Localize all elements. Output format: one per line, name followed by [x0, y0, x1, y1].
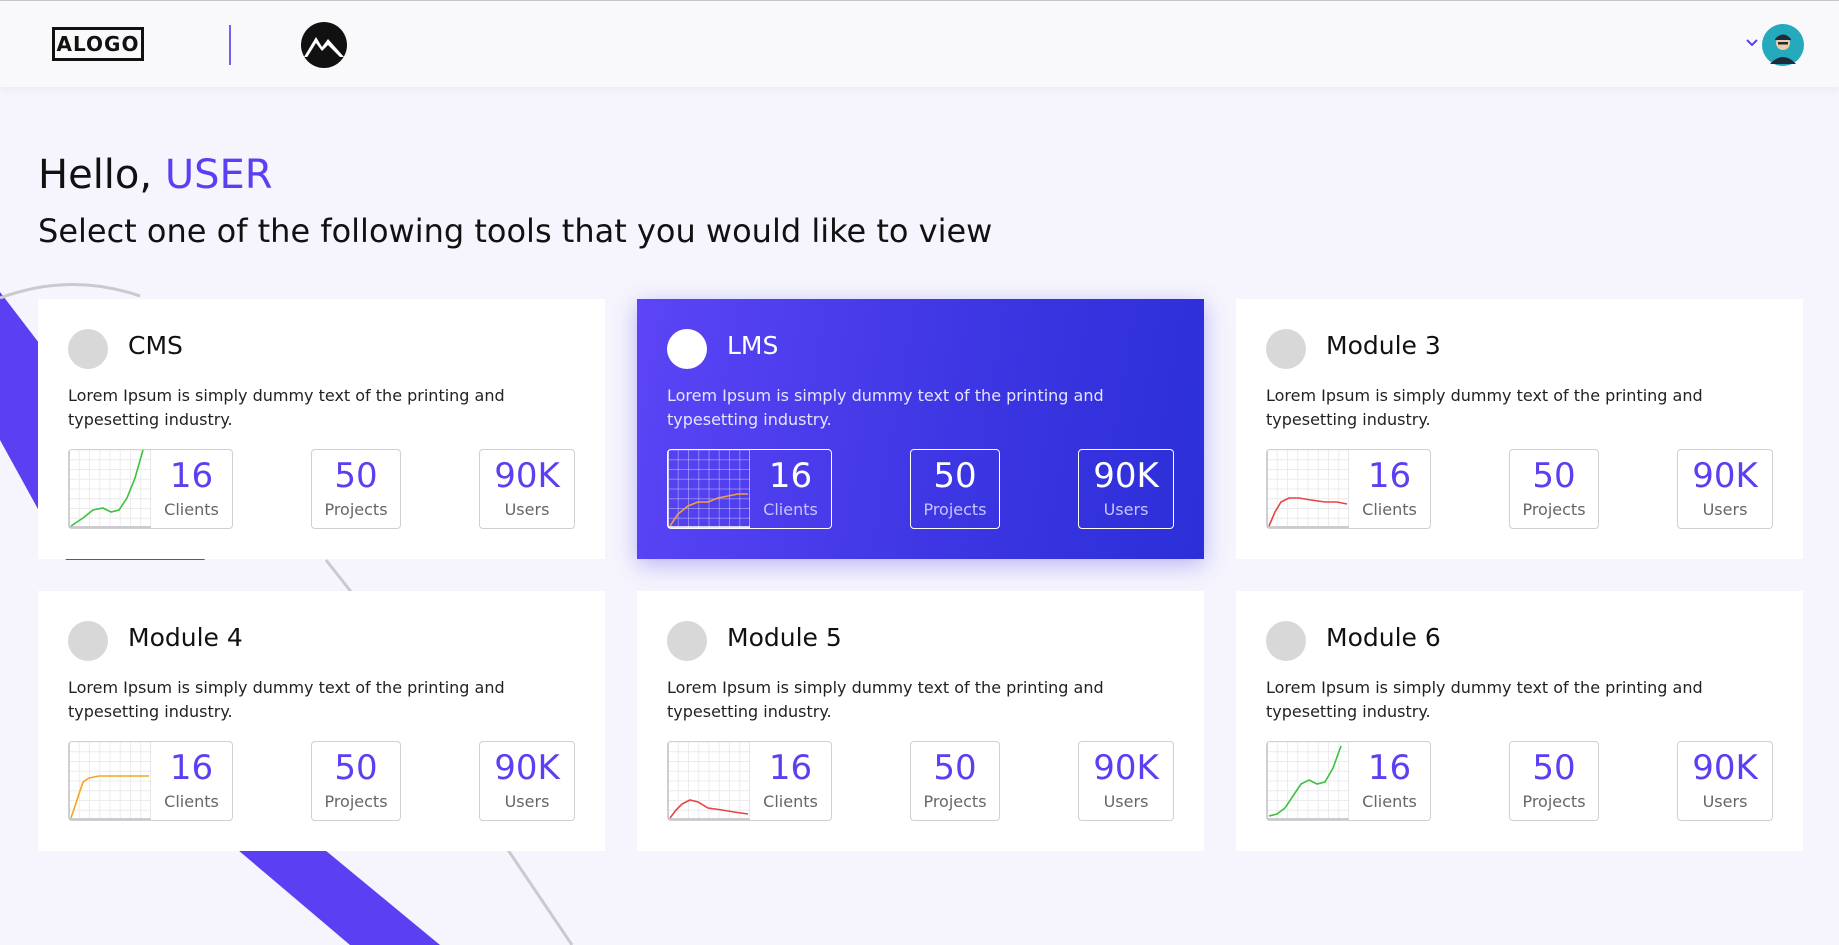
card-description: Lorem Ipsum is simply dummy text of the … — [667, 678, 1104, 721]
projects-count: 50 — [334, 748, 378, 788]
tool-card-3[interactable]: Module 3 Lorem Ipsum is simply dummy tex… — [1236, 299, 1803, 559]
mini-line-chart-icon — [69, 450, 151, 528]
users-count: 90K — [494, 748, 560, 788]
card-title: Module 4 — [128, 623, 243, 652]
card-status-dot — [667, 329, 707, 369]
card-description: Lorem Ipsum is simply dummy text of the … — [68, 386, 505, 429]
stat-projects[interactable]: 50 Projects — [1509, 741, 1599, 821]
card-status-dot — [1266, 329, 1306, 369]
projects-label: Projects — [1522, 792, 1586, 811]
stat-users[interactable]: 90K Users — [1078, 449, 1174, 529]
users-label: Users — [1103, 500, 1149, 519]
users-count: 90K — [1093, 456, 1159, 496]
card-description: Lorem Ipsum is simply dummy text of the … — [1266, 386, 1703, 429]
users-count: 90K — [494, 456, 560, 496]
greeting-heading: Hello, USER — [38, 152, 273, 198]
tool-card-2[interactable]: LMS Lorem Ipsum is simply dummy text of … — [637, 299, 1204, 559]
card-title: Module 3 — [1326, 331, 1441, 360]
mini-line-chart-icon — [1267, 742, 1349, 820]
decorative-line — [324, 559, 354, 594]
user-avatar-icon[interactable] — [1762, 24, 1804, 66]
clients-count: 16 — [169, 748, 214, 788]
decorative-arc — [0, 282, 141, 300]
stat-users[interactable]: 90K Users — [1677, 449, 1773, 529]
card-status-dot — [667, 621, 707, 661]
projects-count: 50 — [933, 748, 977, 788]
clients-count: 16 — [1367, 748, 1412, 788]
page-subtitle: Select one of the following tools that y… — [38, 212, 993, 250]
users-label: Users — [1103, 792, 1149, 811]
stat-clients[interactable]: 16 Clients — [68, 449, 233, 529]
clients-label: Clients — [1362, 792, 1417, 811]
mini-line-chart-icon — [1267, 450, 1349, 528]
tool-card-6[interactable]: Module 6 Lorem Ipsum is simply dummy tex… — [1236, 591, 1803, 851]
card-description: Lorem Ipsum is simply dummy text of the … — [667, 386, 1104, 429]
card-title: Module 6 — [1326, 623, 1441, 652]
stat-clients[interactable]: 16 Clients — [667, 449, 832, 529]
card-title: CMS — [128, 331, 183, 360]
projects-label: Projects — [923, 792, 987, 811]
mini-line-chart-icon — [668, 450, 750, 528]
clients-label: Clients — [164, 500, 219, 519]
users-label: Users — [504, 500, 550, 519]
brand-logo[interactable]: ALOGO — [52, 27, 144, 61]
mini-line-chart-icon — [69, 742, 151, 820]
clients-label: Clients — [763, 792, 818, 811]
clients-count: 16 — [768, 456, 813, 496]
projects-label: Projects — [923, 500, 987, 519]
stat-clients[interactable]: 16 Clients — [667, 741, 832, 821]
clients-count: 16 — [169, 456, 214, 496]
users-count: 90K — [1692, 456, 1758, 496]
clients-label: Clients — [1362, 500, 1417, 519]
greeting-hello: Hello, — [38, 152, 153, 198]
card-status-dot — [68, 621, 108, 661]
projects-count: 50 — [1532, 456, 1576, 496]
projects-count: 50 — [334, 456, 378, 496]
stat-users[interactable]: 90K Users — [1078, 741, 1174, 821]
stat-users[interactable]: 90K Users — [1677, 741, 1773, 821]
users-label: Users — [1702, 500, 1748, 519]
decorative-line — [506, 849, 574, 945]
projects-count: 50 — [1532, 748, 1576, 788]
mountain-logo-icon[interactable] — [300, 21, 348, 69]
clients-count: 16 — [768, 748, 813, 788]
tool-card-4[interactable]: Module 4 Lorem Ipsum is simply dummy tex… — [38, 591, 605, 851]
users-label: Users — [1702, 792, 1748, 811]
mini-line-chart-icon — [668, 742, 750, 820]
card-title: Module 5 — [727, 623, 842, 652]
users-count: 90K — [1692, 748, 1758, 788]
tool-card-5[interactable]: Module 5 Lorem Ipsum is simply dummy tex… — [637, 591, 1204, 851]
stat-projects[interactable]: 50 Projects — [311, 449, 401, 529]
top-header: ALOGO — [0, 1, 1839, 87]
purple-stripe-bottom — [238, 850, 440, 945]
greeting-username: USER — [164, 152, 273, 198]
chevron-down-icon[interactable] — [1744, 37, 1760, 49]
stat-clients[interactable]: 16 Clients — [1266, 449, 1431, 529]
users-label: Users — [504, 792, 550, 811]
stat-projects[interactable]: 50 Projects — [910, 741, 1000, 821]
clients-count: 16 — [1367, 456, 1412, 496]
projects-label: Projects — [324, 500, 388, 519]
card-description: Lorem Ipsum is simply dummy text of the … — [1266, 678, 1703, 721]
stat-users[interactable]: 90K Users — [479, 741, 575, 821]
projects-label: Projects — [324, 792, 388, 811]
header-divider — [229, 25, 231, 65]
card-status-dot — [1266, 621, 1306, 661]
card-status-dot — [68, 329, 108, 369]
stat-clients[interactable]: 16 Clients — [1266, 741, 1431, 821]
projects-label: Projects — [1522, 500, 1586, 519]
card-description: Lorem Ipsum is simply dummy text of the … — [68, 678, 505, 721]
card-title: LMS — [727, 331, 779, 360]
stat-projects[interactable]: 50 Projects — [1509, 449, 1599, 529]
clients-label: Clients — [164, 792, 219, 811]
stat-users[interactable]: 90K Users — [479, 449, 575, 529]
tool-card-1[interactable]: CMS Lorem Ipsum is simply dummy text of … — [38, 299, 605, 559]
users-count: 90K — [1093, 748, 1159, 788]
clients-label: Clients — [763, 500, 818, 519]
stat-projects[interactable]: 50 Projects — [311, 741, 401, 821]
projects-count: 50 — [933, 456, 977, 496]
stat-projects[interactable]: 50 Projects — [910, 449, 1000, 529]
stat-clients[interactable]: 16 Clients — [68, 741, 233, 821]
